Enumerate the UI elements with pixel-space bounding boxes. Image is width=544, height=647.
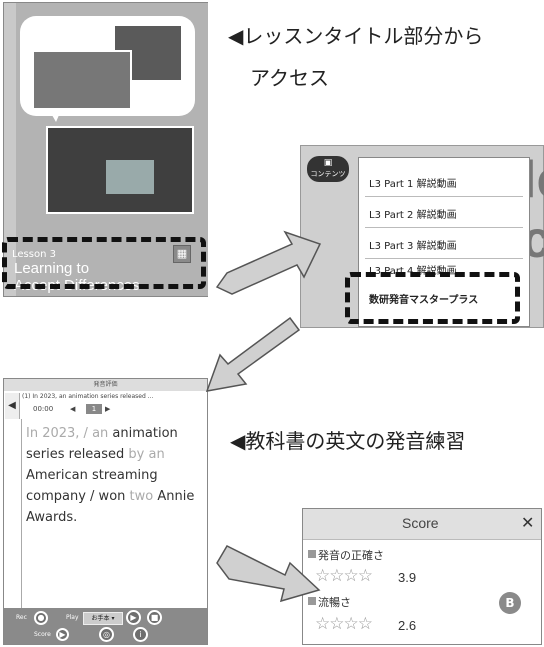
arrow-to-menu xyxy=(215,230,322,295)
flow-arrows xyxy=(205,230,322,603)
arrow-to-practice xyxy=(205,316,301,392)
arrow-to-score xyxy=(216,545,321,603)
